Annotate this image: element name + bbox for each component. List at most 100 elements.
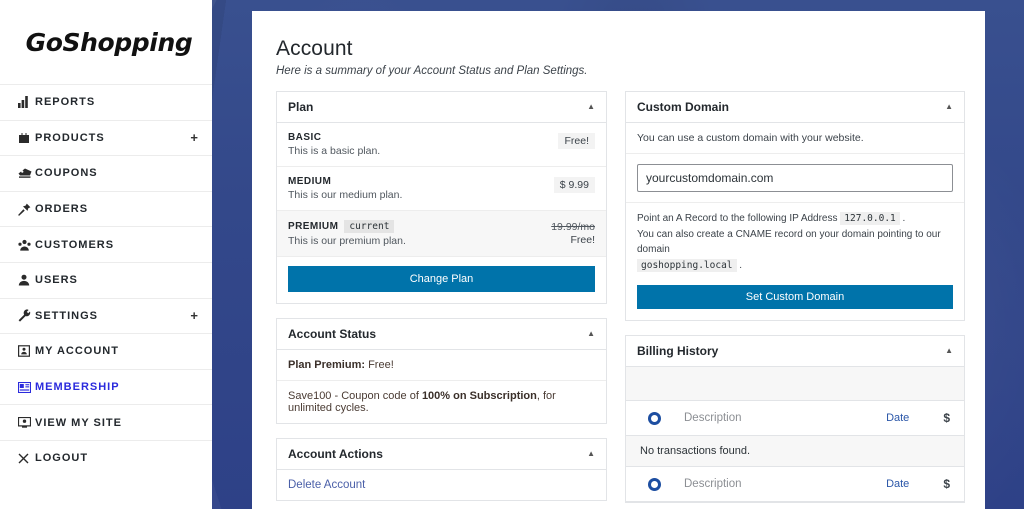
transaction-description: Description xyxy=(684,478,742,491)
sidebar-item-label: MEMBERSHIP xyxy=(35,381,120,394)
plan-price: 19.99/mo Free! xyxy=(551,220,595,246)
plan-price-original: 19.99/mo xyxy=(551,221,595,233)
sidebar-item-coupons[interactable]: COUPONS xyxy=(0,155,212,191)
sidebar-item-label: PRODUCTS xyxy=(35,131,105,144)
sidebar-item-label: REPORTS xyxy=(35,96,96,109)
account-actions-card: Account Actions ▲ Delete Account xyxy=(276,438,607,501)
custom-domain-help-line-2: You can also create a CNAME record on yo… xyxy=(637,227,953,258)
plan-name-wrap: MEDIUM xyxy=(288,176,402,187)
account-status-header[interactable]: Account Status ▲ xyxy=(277,319,606,350)
sidebar-item-reports[interactable]: REPORTS xyxy=(0,84,212,120)
brand-logo[interactable]: GoShopping xyxy=(0,0,212,84)
plan-name: BASIC xyxy=(288,132,322,143)
plan-card-header[interactable]: Plan ▲ xyxy=(277,92,606,123)
page-title: Account xyxy=(276,37,353,60)
plan-info: BASIC This is a basic plan. xyxy=(288,132,380,157)
radio-ring-icon[interactable] xyxy=(648,477,661,491)
sidebar-item-label: COUPONS xyxy=(35,167,98,180)
cname-suffix: . xyxy=(736,259,743,271)
plan-row[interactable]: MEDIUM This is our medium plan. $ 9.99 xyxy=(277,167,606,211)
plan-price-value: Free! xyxy=(570,234,595,246)
user-icon xyxy=(18,273,35,287)
sidebar-item-orders[interactable]: ORDERS xyxy=(0,190,212,227)
custom-domain-help: Point an A Record to the following IP Ad… xyxy=(626,203,964,275)
sidebar-item-membership[interactable]: MEMBERSHIP xyxy=(0,368,212,405)
plan-card: Plan ▲ BASIC This is a basic plan. Free!… xyxy=(276,91,607,304)
delete-account-row: Delete Account xyxy=(277,470,606,500)
plan-price-value: $ 9.99 xyxy=(553,177,595,193)
account-plan-value: Free! xyxy=(365,359,394,371)
sidebar-item-products[interactable]: PRODUCTS + xyxy=(0,119,212,156)
account-coupon-status: Save100 - Coupon code of 100% on Subscri… xyxy=(277,381,606,423)
ip-address-value: 127.0.0.1 xyxy=(840,212,900,225)
brand-name: GoShopping xyxy=(25,27,193,57)
sidebar-item-label: VIEW MY SITE xyxy=(35,416,122,429)
custom-domain-header[interactable]: Custom Domain ▲ xyxy=(626,92,964,123)
sidebar-item-label: CUSTOMERS xyxy=(35,238,115,251)
billing-history-header[interactable]: Billing History ▲ xyxy=(626,336,964,368)
sidebar-item-label: ORDERS xyxy=(35,203,89,216)
account-actions-title: Account Actions xyxy=(288,447,383,461)
table-row[interactable]: Description Date $ xyxy=(626,467,964,503)
expand-plus-icon[interactable]: + xyxy=(190,131,198,144)
radio-ring-icon[interactable] xyxy=(648,411,661,425)
account-actions-header[interactable]: Account Actions ▲ xyxy=(277,439,606,470)
sidebar-item-customers[interactable]: CUSTOMERS xyxy=(0,226,212,262)
account-status-title: Account Status xyxy=(288,327,377,341)
account-plan-label: Plan Premium: xyxy=(288,359,366,371)
transaction-description: Description xyxy=(684,412,742,425)
id-card-icon xyxy=(18,344,35,358)
plan-row[interactable]: BASIC This is a basic plan. Free! xyxy=(277,123,606,167)
sidebar: GoShopping REPORTS PRODUCTS + COUPONS OR… xyxy=(0,0,212,509)
change-plan-button[interactable]: Change Plan xyxy=(288,266,595,292)
plan-description: This is a basic plan. xyxy=(288,145,381,157)
left-column: Plan ▲ BASIC This is a basic plan. Free!… xyxy=(276,91,607,509)
a-record-suffix: . xyxy=(899,213,906,224)
plan-row-current[interactable]: PREMIUM current This is our premium plan… xyxy=(277,211,606,257)
sidebar-item-logout[interactable]: LOGOUT xyxy=(0,439,212,476)
transaction-amount: $ xyxy=(943,411,950,426)
plan-name-wrap: PREMIUM current xyxy=(288,220,406,233)
current-plan-badge: current xyxy=(344,220,395,233)
coupon-icon xyxy=(18,166,35,180)
sidebar-item-label: SETTINGS xyxy=(35,309,99,322)
custom-domain-title: Custom Domain xyxy=(637,100,730,114)
plan-info: PREMIUM current This is our premium plan… xyxy=(288,220,406,247)
plan-description: This is our premium plan. xyxy=(288,235,406,247)
chevron-up-icon[interactable]: ▲ xyxy=(587,450,595,458)
sidebar-item-label: MY ACCOUNT xyxy=(35,345,119,358)
chevron-up-icon[interactable]: ▲ xyxy=(587,330,595,338)
sidebar-item-view-my-site[interactable]: VIEW MY SITE xyxy=(0,404,212,440)
chevron-up-icon[interactable]: ▲ xyxy=(587,103,595,111)
account-status-card: Account Status ▲ Plan Premium: Free! Sav… xyxy=(276,318,607,424)
custom-domain-input-wrap xyxy=(626,154,964,203)
chevron-up-icon[interactable]: ▲ xyxy=(945,347,953,355)
plan-name: MEDIUM xyxy=(288,176,332,187)
billing-history-card: Billing History ▲ Description Date $ No … xyxy=(625,335,965,504)
pin-icon xyxy=(18,202,35,216)
delete-account-link[interactable]: Delete Account xyxy=(288,479,365,491)
table-row[interactable]: Description Date $ xyxy=(626,401,964,437)
cname-domain-value: goshopping.local xyxy=(637,258,737,272)
sidebar-item-users[interactable]: USERS xyxy=(0,261,212,298)
custom-domain-input[interactable] xyxy=(637,164,953,192)
sidebar-item-settings[interactable]: SETTINGS + xyxy=(0,297,212,334)
cname-text: You can also create a CNAME record on yo… xyxy=(637,228,941,256)
expand-plus-icon[interactable]: + xyxy=(190,309,198,322)
plan-card-title: Plan xyxy=(288,100,314,114)
app-root: GoShopping REPORTS PRODUCTS + COUPONS OR… xyxy=(0,0,1024,509)
account-plan-status: Plan Premium: Free! xyxy=(277,350,606,381)
sidebar-item-label: USERS xyxy=(35,274,78,287)
plan-name-wrap: BASIC xyxy=(288,132,380,143)
plan-price: Free! xyxy=(558,132,595,149)
sidebar-item-my-account[interactable]: MY ACCOUNT xyxy=(0,333,212,369)
close-icon xyxy=(18,451,35,465)
plan-info: MEDIUM This is our medium plan. xyxy=(288,176,402,201)
cards-columns: Plan ▲ BASIC This is a basic plan. Free!… xyxy=(276,91,965,509)
sidebar-item-label: LOGOUT xyxy=(35,452,89,465)
transaction-date[interactable]: Date xyxy=(886,412,909,424)
transaction-date[interactable]: Date xyxy=(886,478,909,490)
chevron-up-icon[interactable]: ▲ xyxy=(945,103,953,111)
plan-card-body: BASIC This is a basic plan. Free! MEDIUM… xyxy=(277,123,606,292)
set-custom-domain-button[interactable]: Set Custom Domain xyxy=(637,285,953,310)
